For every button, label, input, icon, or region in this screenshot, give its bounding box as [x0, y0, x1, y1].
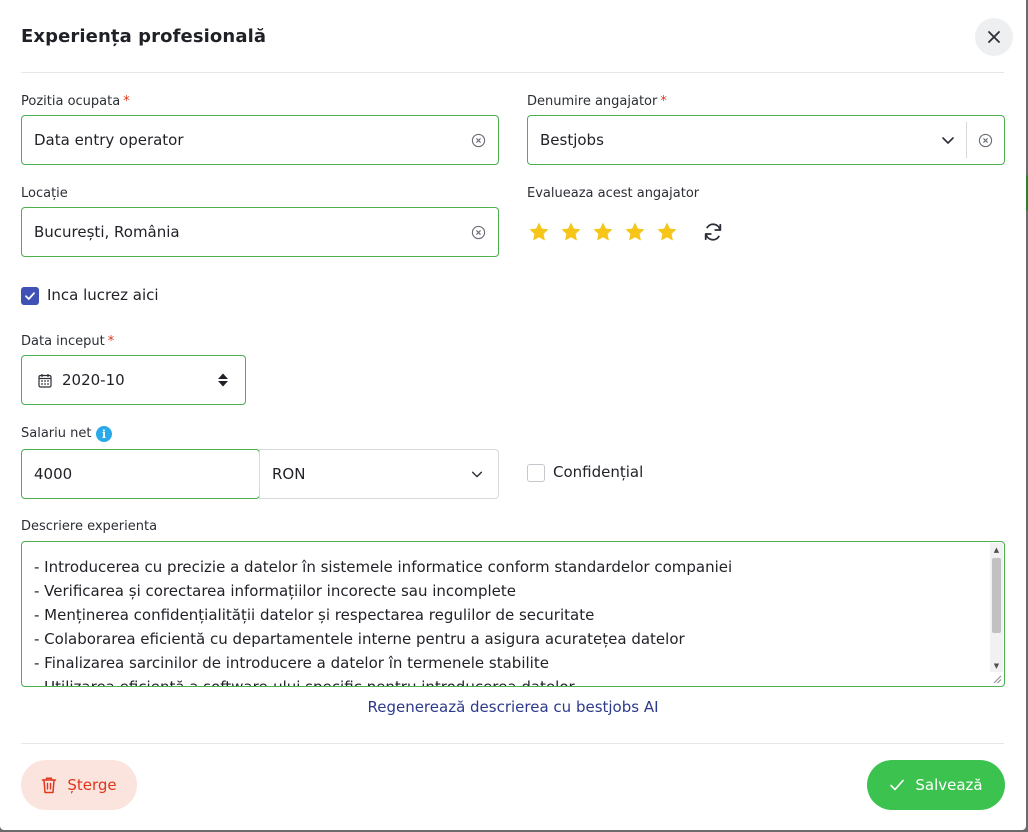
current-job-checkbox[interactable] [21, 287, 39, 305]
refresh-icon[interactable] [701, 220, 725, 244]
save-label: Salvează [915, 776, 983, 794]
scroll-up-icon[interactable]: ▲ [990, 543, 1003, 556]
calendar-icon [38, 373, 52, 388]
currency-value: RON [272, 465, 306, 483]
chevron-down-icon[interactable] [940, 132, 956, 148]
delete-label: Șterge [67, 776, 117, 794]
modal-title: Experiența profesională [21, 26, 267, 47]
scroll-down-icon[interactable]: ▼ [990, 659, 1003, 672]
scroll-thumb[interactable] [992, 558, 1001, 633]
current-job-label: Inca lucrez aici [47, 286, 159, 304]
rating-label: Evalueaza acest angajator [527, 186, 700, 201]
star-icon[interactable] [623, 220, 647, 244]
star-icon[interactable] [655, 220, 679, 244]
start-date-value: 2020-10 [62, 371, 125, 389]
start-date-label: Data inceput * [21, 334, 115, 349]
header-divider [21, 72, 1004, 73]
sort-arrows-icon[interactable] [217, 372, 229, 388]
position-value: Data entry operator [34, 131, 184, 149]
description-line: - Utilizarea eficientă a software-ului s… [34, 678, 575, 687]
check-icon [25, 292, 35, 300]
description-text: - Introducerea cu precizie a datelor în … [34, 555, 982, 687]
position-input[interactable]: Data entry operator [21, 115, 499, 165]
confidential-checkbox[interactable] [527, 464, 545, 482]
clear-icon[interactable] [470, 224, 486, 240]
description-line: - Introducerea cu precizie a datelor în … [34, 558, 733, 576]
employer-label: Denumire angajator * [527, 94, 667, 109]
close-button[interactable] [975, 18, 1013, 56]
salary-amount-input[interactable]: 4000 [21, 449, 260, 499]
location-label: Locație [21, 186, 68, 201]
delete-button[interactable]: Șterge [21, 760, 137, 810]
description-textarea[interactable]: - Introducerea cu precizie a datelor în … [21, 541, 1005, 687]
employer-select[interactable]: Bestjobs [527, 115, 1005, 165]
description-line: - Colaborarea eficientă cu departamentel… [34, 630, 685, 648]
star-rating [527, 220, 725, 244]
experience-modal: Experiența profesională Pozitia ocupata *… [0, 0, 1026, 830]
select-separator [966, 122, 967, 158]
clear-icon[interactable] [977, 132, 993, 148]
info-icon[interactable]: i [96, 426, 112, 442]
textarea-scrollbar[interactable]: ▲ ▼ [990, 543, 1003, 672]
description-line: - Verificarea și corectarea informațiilo… [34, 582, 516, 600]
location-value: București, România [34, 223, 180, 241]
star-icon[interactable] [559, 220, 583, 244]
location-input[interactable]: București, România [21, 207, 499, 257]
currency-select[interactable]: RON [259, 449, 499, 499]
description-line: - Menținerea confidențialității datelor … [34, 606, 595, 624]
employer-value: Bestjobs [540, 131, 604, 149]
save-button[interactable]: Salvează [867, 760, 1005, 810]
description-label: Descriere experienta [21, 519, 158, 534]
salary-label: Salariu net [21, 426, 92, 441]
description-line: - Finalizarea sarcinilor de introducere … [34, 654, 549, 672]
check-icon [889, 778, 905, 792]
star-icon[interactable] [591, 220, 615, 244]
salary-amount-value: 4000 [34, 465, 73, 483]
trash-icon [41, 776, 57, 794]
clear-icon[interactable] [470, 132, 486, 148]
close-icon [988, 31, 1000, 43]
confidential-label: Confidențial [553, 463, 644, 481]
star-icon[interactable] [527, 220, 551, 244]
resize-grip-icon[interactable] [992, 674, 1002, 684]
position-label: Pozitia ocupata * [21, 94, 130, 109]
regenerate-description-link[interactable]: Regenerează descrierea cu bestjobs AI [0, 698, 1026, 716]
footer-divider [21, 743, 1004, 744]
chevron-down-icon [470, 467, 484, 481]
start-date-input[interactable]: 2020-10 [21, 355, 246, 405]
